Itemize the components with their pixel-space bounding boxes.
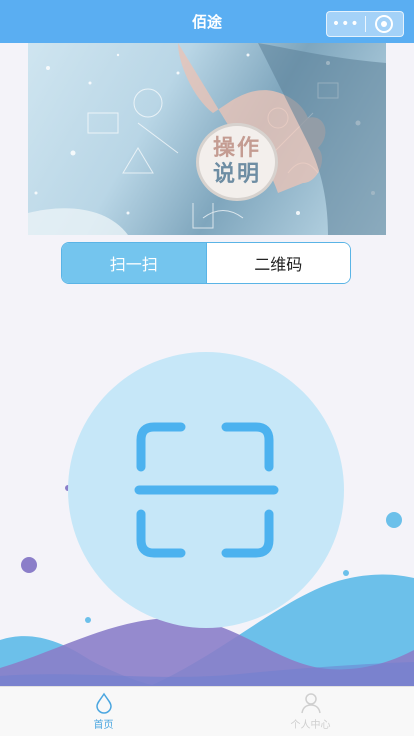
decor-dot <box>21 557 37 573</box>
more-dots-icon[interactable]: ••• <box>327 17 365 31</box>
nav-label-profile: 个人中心 <box>290 720 331 731</box>
banner-title-line1: 操作 <box>212 136 261 161</box>
decor-dot <box>386 512 402 528</box>
nav-item-profile[interactable]: 个人中心 <box>207 687 414 736</box>
page-title: 佰途 <box>191 13 222 31</box>
banner-title-line2: 说明 <box>212 162 261 187</box>
tab-scan[interactable]: 扫一扫 <box>62 243 206 283</box>
instructions-banner[interactable]: 操作 说明 <box>28 43 386 235</box>
bottom-nav: 首页 个人中心 <box>0 686 414 736</box>
mini-program-capsule: ••• <box>326 11 404 37</box>
close-target-icon[interactable] <box>365 15 403 33</box>
nav-label-home: 首页 <box>93 720 114 731</box>
person-icon <box>300 693 321 714</box>
app-header: 佰途 ••• <box>0 0 414 43</box>
instructions-bubble: 操作 说明 <box>196 123 278 201</box>
nav-item-home[interactable]: 首页 <box>0 687 207 736</box>
mode-tabs: 扫一扫 二维码 <box>61 242 351 284</box>
scan-button[interactable] <box>68 352 344 628</box>
scan-frame-icon <box>134 422 279 558</box>
tab-qrcode[interactable]: 二维码 <box>205 243 350 283</box>
droplet-icon <box>95 692 112 714</box>
